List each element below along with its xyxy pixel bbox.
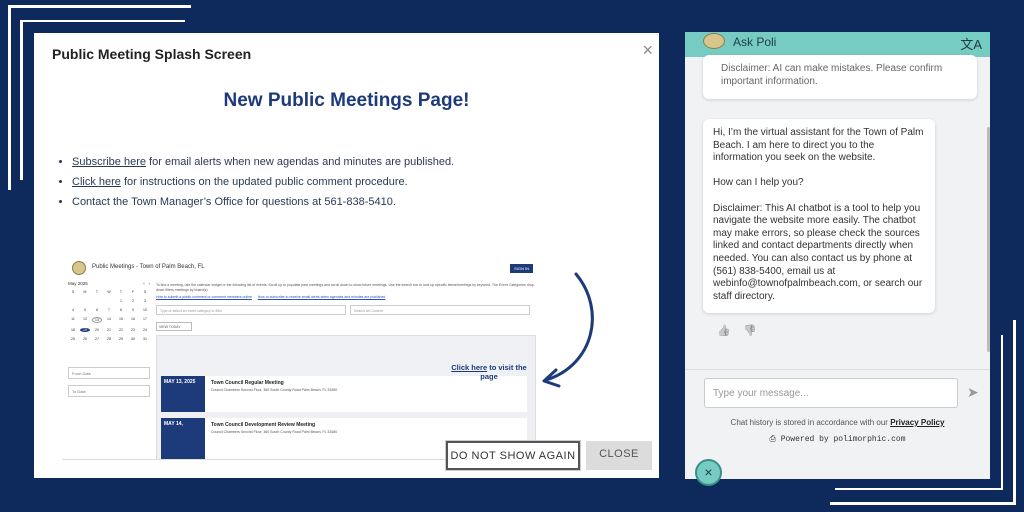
calendar-day	[104, 299, 114, 303]
calendar-day: 20	[95, 328, 99, 332]
chat-header: Ask Poli 文A	[685, 32, 990, 57]
chat-title: Ask Poli	[733, 35, 777, 49]
calendar-day: W	[107, 290, 111, 294]
calendar-day: M	[83, 290, 87, 294]
from-date-field: From Date	[68, 367, 150, 379]
calendar-day: 29	[119, 337, 123, 341]
calendar-day: 25	[71, 337, 75, 341]
send-icon[interactable]: ➤	[967, 384, 979, 401]
instructions-link[interactable]: Click here	[72, 176, 121, 188]
calendar-day: 8	[120, 308, 122, 312]
preview-header: Public Meetings - Town of Palm Beach, FL…	[70, 261, 538, 279]
frame-line	[8, 5, 11, 190]
preview-calendar: May 2025 ‹ › S M T W T F S 1 2 3 4 5 6 7 8 9 10 11 12 13 14 15…	[68, 281, 150, 341]
calendar-day: 16	[131, 317, 135, 321]
calendar-day: 12	[83, 317, 87, 321]
close-button[interactable]: CLOSE	[586, 441, 652, 470]
assistant-message: Hi, I’m the virtual assistant for the To…	[703, 119, 935, 313]
calendar-day: T	[119, 290, 123, 294]
disclaimer-bubble: Disclaimer: AI can make mistakes. Please…	[703, 55, 977, 99]
calendar-day: 2	[132, 299, 134, 303]
preview-title: Public Meetings - Town of Palm Beach, FL	[92, 264, 205, 270]
event-categories-select: Type or select an event category to filt…	[156, 305, 346, 315]
curved-arrow-icon	[542, 272, 594, 388]
chat-footer: ➤ Chat history is stored in accordance w…	[685, 369, 990, 479]
frame-line	[1001, 335, 1003, 490]
calendar-day: 22	[119, 328, 123, 332]
calendar-day: 7	[108, 308, 110, 312]
calendar-day	[68, 299, 78, 303]
frame-line	[835, 488, 1003, 490]
preview-links: How to submit a public comment or commen…	[156, 295, 386, 299]
calendar-day: 30	[131, 337, 135, 341]
modal-heading: New Public Meetings Page!	[223, 90, 470, 111]
calendar-day: S	[143, 290, 147, 294]
calendar-day: 9	[132, 308, 134, 312]
preview-search: Search all Content	[350, 305, 530, 315]
splash-modal: Public Meeting Splash Screen × New Publi…	[34, 33, 659, 478]
calendar-day: 1	[120, 299, 122, 303]
calendar-day: 24	[143, 328, 147, 332]
calendar-day: 18	[71, 328, 75, 332]
calendar-day: 26	[83, 337, 87, 341]
calendar-day: 11	[71, 317, 75, 321]
translate-icon[interactable]: 文A	[960, 34, 982, 53]
list-item: Click here for instructions on the updat…	[72, 175, 454, 189]
calendar-day	[92, 299, 102, 303]
message-input[interactable]	[704, 378, 958, 408]
frame-line	[1013, 320, 1016, 505]
thumbs-up-icon[interactable]: 👍	[717, 324, 731, 337]
calendar-day: 13	[92, 317, 102, 323]
history-notice: Chat history is stored in accordance wit…	[730, 418, 945, 427]
calendar-day: 19	[80, 328, 90, 332]
calendar-day	[80, 299, 90, 303]
calendar-day: 3	[144, 299, 146, 303]
frame-line	[20, 20, 185, 22]
privacy-policy-link[interactable]: Privacy Policy	[890, 418, 944, 427]
calendar-day: T	[95, 290, 99, 294]
visit-page-callout[interactable]: Click here to visit the page	[449, 363, 529, 381]
frame-line	[830, 502, 1016, 505]
powered-by: ⎙ Powered by polimorphic.com	[769, 435, 906, 444]
town-seal-logo	[72, 261, 86, 275]
view-today-button: VIEW TODAY	[156, 322, 192, 331]
thumbs-down-icon[interactable]: 👎	[743, 324, 757, 337]
calendar-day: F	[131, 290, 135, 294]
frame-line	[8, 5, 191, 8]
calendar-day: 4	[72, 308, 74, 312]
do-not-show-again-button[interactable]: DO NOT SHOW AGAIN	[446, 441, 580, 470]
list-item: MAY 13, 2025 Town Council Regular Meetin…	[161, 376, 527, 412]
calendar-day: 23	[131, 328, 135, 332]
close-icon[interactable]: ×	[642, 41, 653, 59]
chat-scrollbar[interactable]	[987, 127, 990, 352]
calendar-day: 17	[143, 317, 147, 321]
calendar-day: 31	[143, 337, 147, 341]
frame-line	[20, 20, 23, 180]
chat-close-fab[interactable]: ×	[695, 459, 722, 486]
calendar-day: 14	[107, 317, 111, 321]
list-item: Subscribe here for email alerts when new…	[72, 155, 454, 169]
bot-avatar	[703, 33, 725, 49]
calendar-day: 5	[84, 308, 86, 312]
info-list: Subscribe here for email alerts when new…	[72, 155, 454, 215]
calendar-day: 6	[96, 308, 98, 312]
calendar-day: 15	[119, 317, 123, 321]
calendar-day: S	[71, 290, 75, 294]
preview-intro: To find a meeting, use the calendar widg…	[156, 283, 535, 292]
calendar-day: 28	[107, 337, 111, 341]
list-item: Contact the Town Manager’s Office for qu…	[72, 195, 454, 209]
chat-widget: Ask Poli 文A Disclaimer: AI can make mist…	[685, 32, 990, 479]
calendar-day: 27	[95, 337, 99, 341]
page-preview-image[interactable]: Public Meetings - Town of Palm Beach, FL…	[62, 255, 538, 460]
calendar-grid: S M T W T F S 1 2 3 4 5 6 7 8 9 10 11 12 13 14 15 16 17 18 19 20 21…	[68, 290, 150, 341]
modal-title: Public Meeting Splash Screen	[52, 46, 252, 62]
calendar-day: 10	[143, 308, 147, 312]
calendar-day: 21	[107, 328, 111, 332]
preview-signin-button: SIGN IN	[510, 264, 533, 273]
to-date-field: To Date	[68, 385, 150, 397]
subscribe-link[interactable]: Subscribe here	[72, 156, 146, 168]
